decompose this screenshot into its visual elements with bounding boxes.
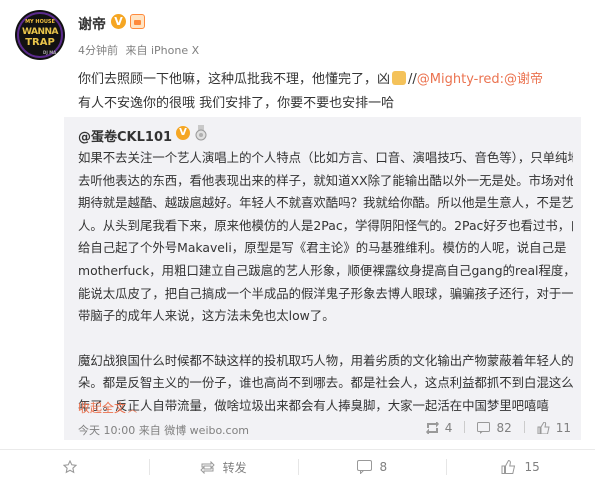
divider [523, 421, 525, 433]
member-icon[interactable] [130, 14, 145, 29]
repost-time-source[interactable]: 今天 10:00 来自 微博 weibo.com [78, 422, 249, 438]
repost-line: 朵。都是反智主义的一份子，谁也高尚不到哪去。都是社会人，这点利益都抓不到白混这么… [78, 375, 573, 391]
repost-icon [199, 460, 215, 474]
repost-stats: 4 82 11 [414, 421, 571, 435]
repost-line: 给自己起了个外号Makaveli，原型是写《君主论》的马基雅维利。模仿的人呢，说… [78, 240, 567, 256]
comment-icon [477, 422, 491, 434]
post-content: 你们去照顾一下他嘛，这种瓜批我不理，他懂完了，凶 //@Mighty-red:@谢… [78, 68, 578, 116]
repost-line: 期待就是越酷、越跋扈越好。年轻人不就喜欢酷吗？我就给你酷。所以他是生意人，不是艺 [78, 195, 573, 211]
comment-button[interactable]: 8 [297, 450, 447, 484]
divider [464, 421, 466, 433]
repost-line: 年了。反正人自带流量，做啥垃圾出来都会有人捧臭脚，大家一起活在中国梦里吧嘻嘻 [78, 397, 549, 413]
repost-comment-count[interactable]: 82 [477, 421, 512, 435]
repost-icon [425, 422, 439, 434]
action-bar: 转发 8 15 [0, 449, 595, 484]
medal-icon [195, 125, 207, 141]
repost-line: 如果不去关注一个艺人演唱上的个人特点（比如方言、口音、演唱技巧、音色等），只单纯… [78, 150, 573, 165]
avatar-text-1: MY HOUSE [25, 19, 55, 25]
repost-button[interactable]: 转发 [148, 450, 298, 484]
favorite-button[interactable] [0, 450, 149, 484]
avatar-text-2: WANNA [21, 27, 59, 37]
like-count: 15 [524, 460, 540, 474]
comment-count: 8 [379, 460, 388, 474]
comment-icon [356, 460, 372, 474]
collapse-label: 收起全文 [78, 401, 127, 415]
repost-like-count[interactable]: 11 [537, 421, 571, 435]
weibo-post: MY HOUSE WANNA TRAP DJ MA 谢帝 V 4分钟前 来自 i… [0, 0, 595, 483]
reposted-weibo: @蛋卷CKL101 V 如果不去关注一个艺人演唱上的个人特点（比如方言、口音、演… [64, 117, 581, 420]
post-source: 来自 iPhone X [125, 44, 200, 57]
repost-repost-count[interactable]: 4 [425, 421, 453, 435]
avatar-text-3: TRAP [25, 37, 55, 48]
like-count: 11 [555, 421, 571, 435]
repost-line: 带脑子的成年人来说，这方法未免也太low了。 [78, 308, 335, 324]
repost-line: 能说太瓜皮了，把自己搞成一个半成品的假洋鬼子形象去博人眼球，骗骗孩子还行，对于一… [78, 285, 573, 301]
content-text: 你们去照顾一下他嘛，这种瓜批我不理，他懂完了，凶 [78, 72, 391, 87]
repost-line: motherfuck，用粗口建立自己跋扈的艺人形象，顺便裸露纹身提高自己gang… [78, 262, 573, 278]
repost-text: 如果不去关注一个艺人演唱上的个人特点（比如方言、口音、演唱技巧、音色等），只单纯… [78, 147, 573, 418]
repost-author[interactable]: @蛋卷CKL101 [78, 126, 172, 145]
post-meta: 4分钟前 来自 iPhone X [78, 42, 203, 58]
repost-line: 去听他表达的东西，看他表现出来的样子，就知道XX除了能输出酷以外一无是处。市场对… [78, 172, 573, 188]
repost-line: 人。从头到尾我看下来，原来他模仿的人是2Pac，学得阴阳怪气的。2Pac好歹也看… [78, 217, 573, 233]
verified-icon: V [111, 14, 126, 29]
star-icon [63, 460, 78, 474]
repost-separator: // [408, 72, 417, 87]
repost-line: 魔幻战狼国什么时候都不缺这样的投机取巧人物，用着劣质的文化输出产物蒙蔽着年轻人的… [78, 352, 573, 368]
thumbs-up-emoji-icon [392, 71, 407, 85]
repost-count: 4 [444, 421, 453, 435]
post-time[interactable]: 4分钟前 [78, 44, 118, 57]
chevron-up-icon: ︿ [128, 405, 138, 415]
repost-footer: 今天 10:00 来自 微博 weibo.com 4 82 11 [64, 420, 581, 440]
avatar[interactable]: MY HOUSE WANNA TRAP DJ MA [15, 10, 65, 60]
content-line-2: 有人不安逸你的很哦 我们安排了，你要不要也安排一哈 [78, 96, 395, 111]
author-name[interactable]: 谢帝 [78, 14, 106, 34]
mention-link[interactable]: @Mighty-red:@谢帝 [417, 72, 543, 87]
like-button[interactable]: 15 [446, 450, 595, 484]
content-line-1: 你们去照顾一下他嘛，这种瓜批我不理，他懂完了，凶 //@Mighty-red:@谢… [78, 68, 578, 92]
repost-label: 转发 [222, 460, 247, 475]
thumbs-up-icon [537, 422, 550, 434]
verified-icon: V [176, 126, 190, 140]
thumbs-up-icon [501, 460, 516, 474]
avatar-text-4: DJ MA [43, 50, 57, 55]
comment-count: 82 [496, 421, 512, 435]
collapse-fulltext-link[interactable]: 收起全文 ︿ [78, 399, 137, 416]
